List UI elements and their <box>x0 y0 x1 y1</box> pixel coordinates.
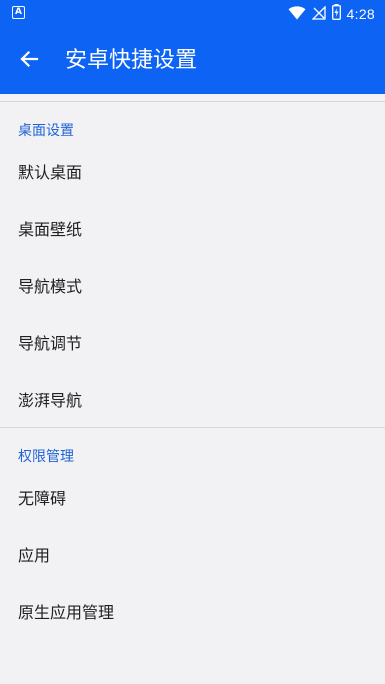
list-item-apps[interactable]: 应用 <box>0 525 385 582</box>
page-title: 安卓快捷设置 <box>65 48 198 73</box>
list-item-native-app-management[interactable]: 原生应用管理 <box>0 582 385 639</box>
section-header-desktop: 桌面设置 <box>18 123 74 139</box>
notification-app-icon: A <box>12 6 25 19</box>
top-spacer <box>0 94 385 101</box>
section-header-permissions: 权限管理 <box>18 449 74 465</box>
list-item-navigation-mode[interactable]: 导航模式 <box>0 256 385 313</box>
list-item-wallpaper[interactable]: 桌面壁纸 <box>0 199 385 256</box>
list-item-pengpai-navigation[interactable]: 澎湃导航 <box>0 370 385 427</box>
back-button[interactable] <box>14 46 44 76</box>
arrow-back-icon <box>19 49 39 73</box>
clock: 4:28 <box>346 6 375 22</box>
list-item-navigation-adjust[interactable]: 导航调节 <box>0 313 385 370</box>
battery-charging-icon <box>331 4 341 24</box>
wifi-icon <box>288 5 306 24</box>
app-bar: 安卓快捷设置 <box>0 28 385 94</box>
list-item-default-launcher[interactable]: 默认桌面 <box>0 142 385 199</box>
list-item-accessibility[interactable]: 无障碍 <box>0 468 385 525</box>
no-signal-icon <box>310 4 326 24</box>
status-icons: 4:28 <box>288 3 375 25</box>
status-bar: A 4:28 <box>0 0 385 28</box>
settings-list: 桌面设置 默认桌面 桌面壁纸 导航模式 导航调节 澎湃导航 权限管理 无障碍 应… <box>0 94 385 639</box>
